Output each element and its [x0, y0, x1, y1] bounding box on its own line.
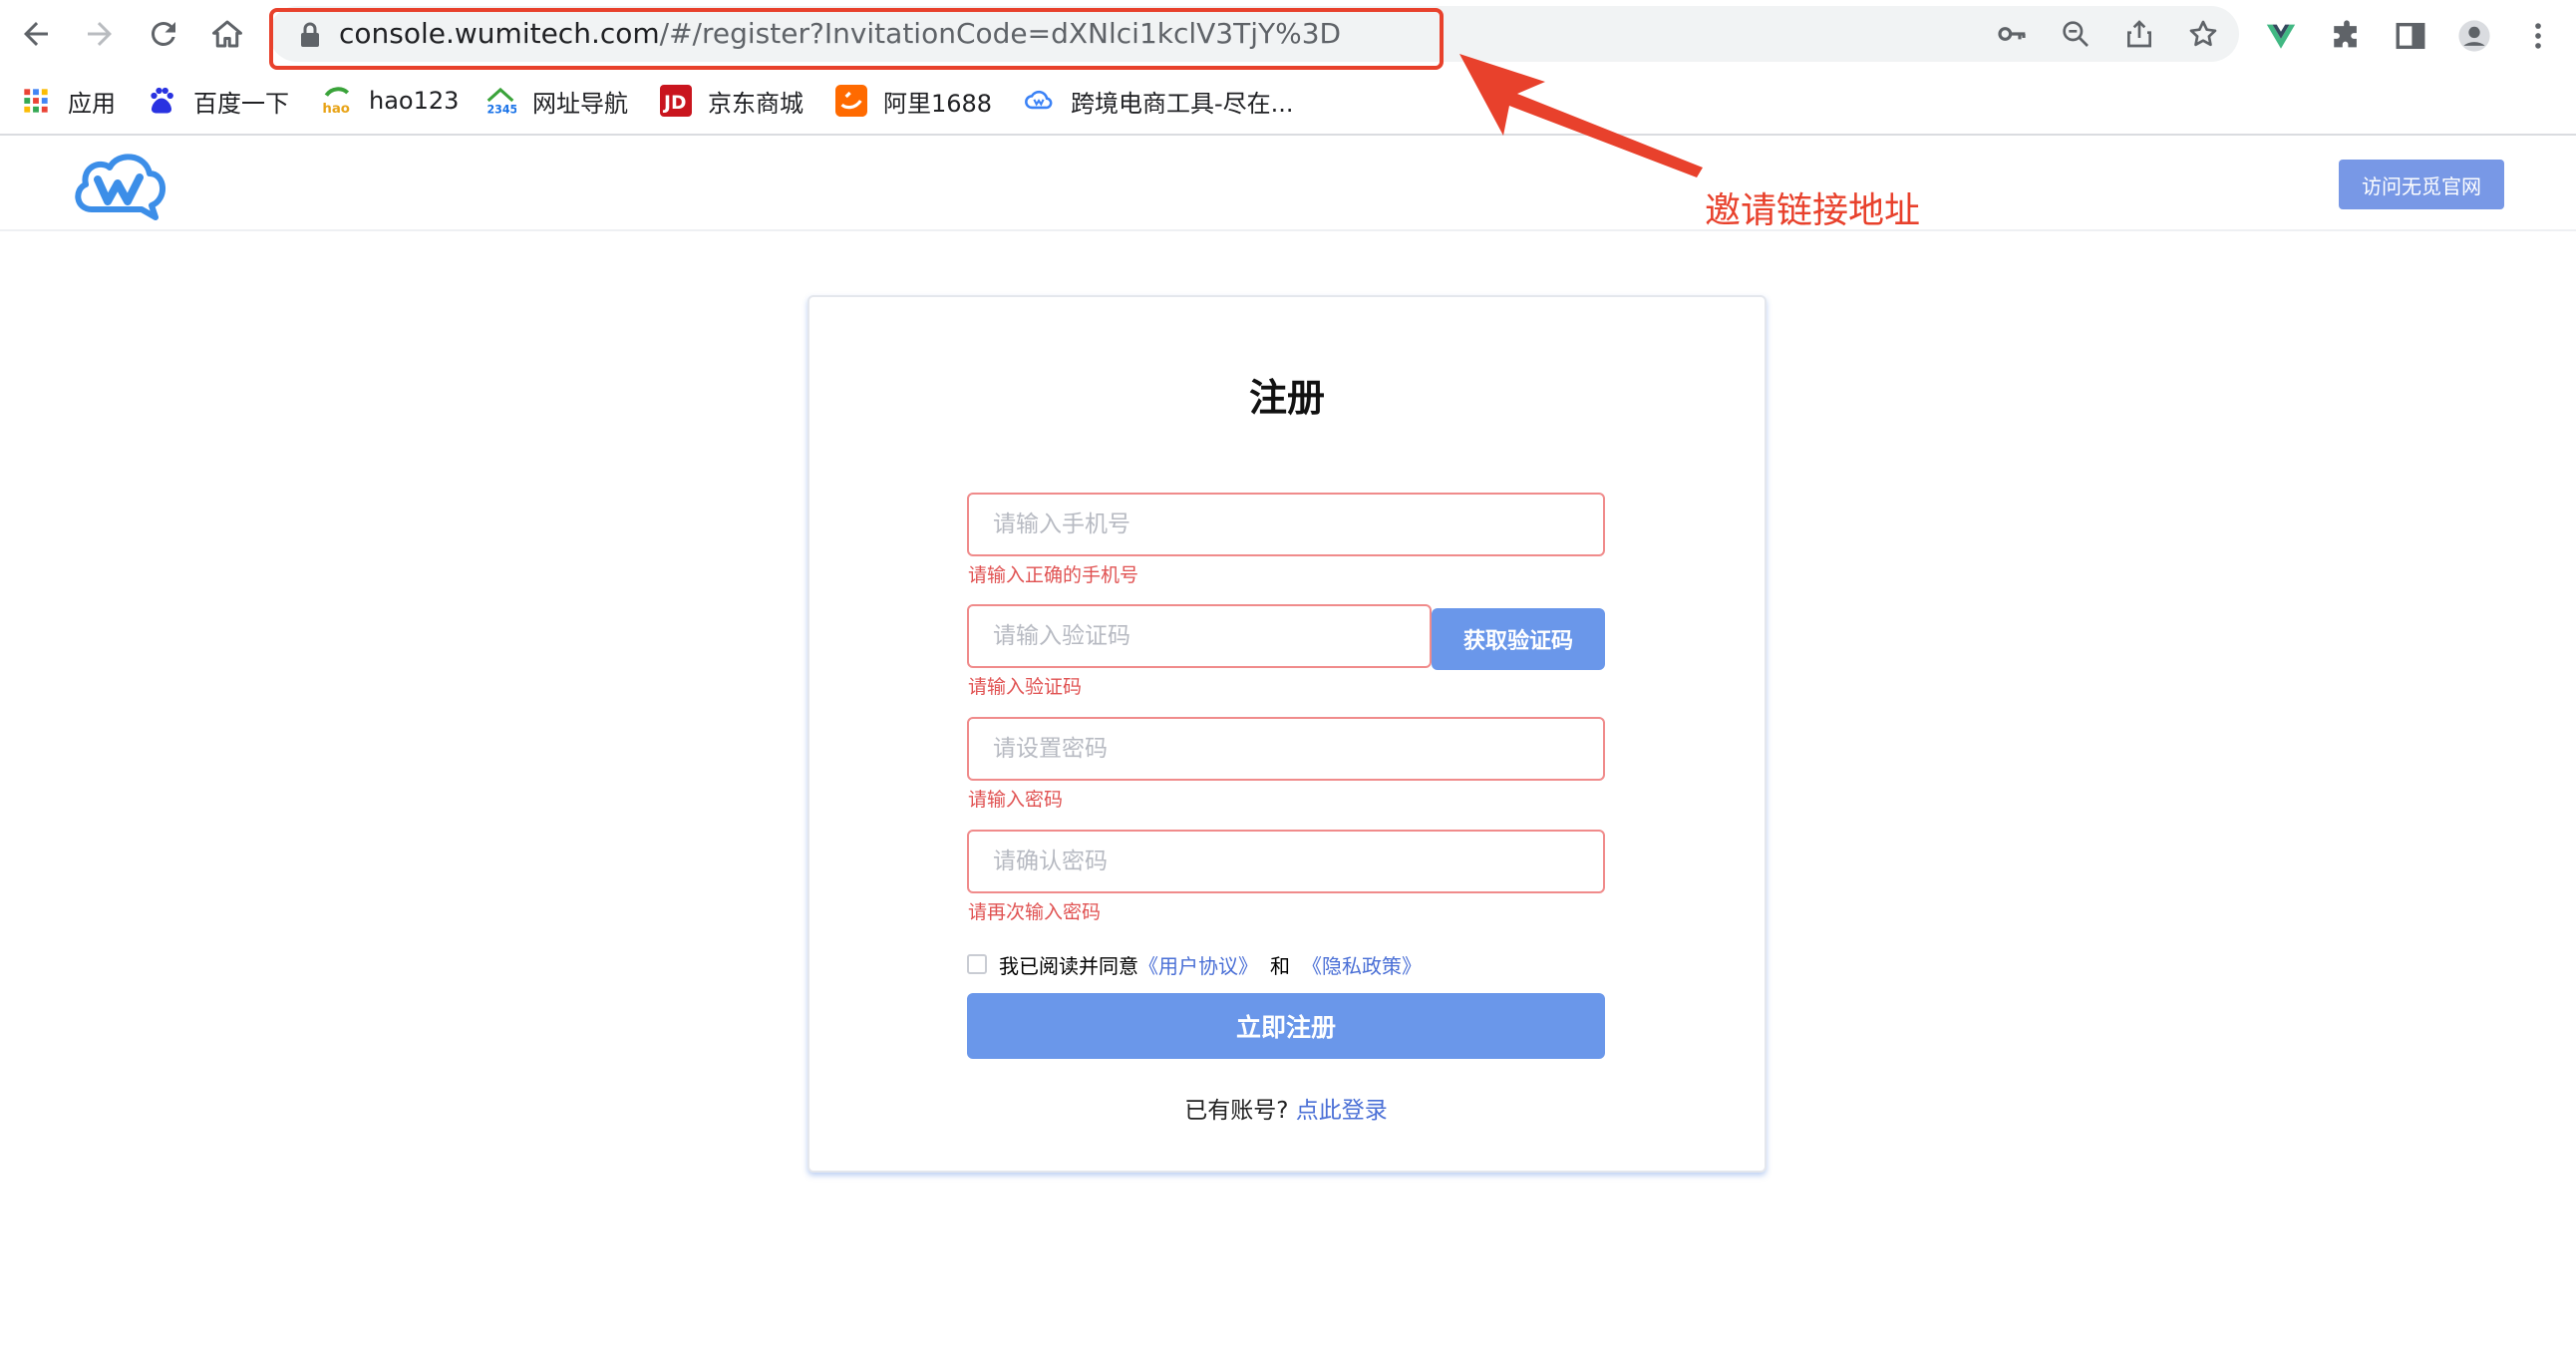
verification-code-input[interactable]: [969, 606, 1430, 666]
phone-field[interactable]: [967, 493, 1605, 556]
zoom-out-icon: [2063, 21, 2089, 47]
agree-and-text: 和: [1270, 953, 1290, 978]
back-arrow-icon: [24, 22, 48, 46]
phone-error: 请输入正确的手机号: [968, 564, 1139, 586]
vue-icon: [2266, 24, 2296, 49]
bookmark-label: 应用: [68, 89, 116, 118]
avatar-icon: [2458, 20, 2490, 52]
annotation-arrow-icon: [1459, 54, 1703, 177]
bookmark-jd[interactable]: JD 京东商城: [660, 80, 804, 122]
password-error: 请输入密码: [968, 789, 1064, 811]
site-header: [0, 136, 2576, 231]
bookmark-2345[interactable]: 2345 网址导航: [484, 80, 628, 122]
zoom-button[interactable]: [2056, 14, 2095, 54]
confirm-password-input[interactable]: [969, 832, 1603, 891]
annotation-highlight-box: [269, 8, 1444, 70]
phone-input[interactable]: [969, 495, 1603, 554]
verification-code-field[interactable]: [967, 604, 1432, 668]
svg-text:2345: 2345: [486, 103, 516, 116]
bookmark-apps[interactable]: 应用: [20, 80, 116, 122]
svg-text:hao: hao: [322, 102, 350, 117]
star-icon: [2189, 20, 2217, 47]
extensions-button[interactable]: [2325, 14, 2369, 58]
hao123-icon: hao: [321, 85, 353, 117]
page-title: 注册: [1248, 376, 1325, 420]
reload-button[interactable]: [140, 10, 187, 58]
privacy-policy-link[interactable]: 《隐私政策》: [1302, 950, 1422, 979]
puzzle-icon: [2334, 20, 2357, 48]
alibaba-icon: [835, 85, 867, 117]
login-link[interactable]: 点此登录: [1296, 1098, 1388, 1124]
agree-checkbox[interactable]: [967, 954, 987, 974]
agree-text: 我已阅读并同意: [999, 953, 1138, 978]
bookmark-label: 网址导航: [532, 89, 628, 118]
bookmark-label: 百度一下: [193, 89, 289, 118]
confirm-password-field[interactable]: [967, 830, 1605, 893]
visit-official-site-button[interactable]: 访问无觅官网: [2339, 160, 2504, 209]
apps-grid-icon: [20, 85, 52, 117]
password-key-button[interactable]: [1992, 14, 2032, 54]
bookmark-star-button[interactable]: [2183, 14, 2223, 54]
bookmark-label: 阿里1688: [883, 89, 993, 118]
svg-text:JD: JD: [662, 93, 686, 114]
password-field[interactable]: [967, 717, 1605, 781]
forward-arrow-icon: [88, 22, 112, 46]
browser-menu-button[interactable]: [2516, 14, 2560, 58]
share-icon: [2127, 20, 2151, 48]
bookmark-baidu[interactable]: 百度一下: [146, 80, 289, 122]
password-input[interactable]: [969, 719, 1603, 779]
user-agreement-link[interactable]: 《用户协议》: [1138, 950, 1258, 979]
bookmark-label: hao123: [369, 87, 460, 115]
home-button[interactable]: [203, 10, 251, 58]
vue-devtools-extension[interactable]: [2259, 14, 2303, 58]
code-error: 请输入验证码: [968, 676, 1083, 698]
bookmark-cross-border-tools[interactable]: 跨境电商工具-尽在...: [1023, 80, 1294, 122]
more-vertical-icon: [2535, 23, 2541, 49]
agreement-row: 我已阅读并同意 《用户协议》 和 《隐私政策》: [967, 949, 1422, 979]
bookmark-label: 京东商城: [708, 89, 804, 118]
2345-icon: 2345: [484, 85, 516, 117]
reload-icon: [151, 21, 175, 46]
key-icon: [1998, 27, 2026, 41]
back-button[interactable]: [12, 10, 60, 58]
baidu-icon: [146, 85, 177, 117]
bookmark-label: 跨境电商工具-尽在...: [1071, 89, 1294, 118]
wumi-logo-icon[interactable]: [70, 148, 169, 223]
jd-icon: JD: [660, 85, 692, 117]
login-row: 已有账号? 点此登录: [967, 1091, 1605, 1125]
share-button[interactable]: [2119, 14, 2159, 54]
side-panel-button[interactable]: [2389, 14, 2432, 58]
profile-button[interactable]: [2452, 14, 2496, 58]
bookmark-hao123[interactable]: hao hao123: [321, 80, 459, 122]
cloud-icon: [1023, 85, 1055, 117]
get-code-button[interactable]: 获取验证码: [1432, 608, 1605, 670]
side-panel-icon: [2396, 22, 2425, 50]
annotation-label: 邀请链接地址: [1705, 190, 1921, 231]
login-prompt: 已有账号?: [1184, 1098, 1289, 1124]
confirm-password-error: 请再次输入密码: [968, 901, 1102, 923]
home-icon: [212, 20, 242, 48]
register-button[interactable]: 立即注册: [967, 993, 1605, 1059]
bookmark-1688[interactable]: 阿里1688: [835, 80, 992, 122]
forward-button[interactable]: [76, 10, 124, 58]
